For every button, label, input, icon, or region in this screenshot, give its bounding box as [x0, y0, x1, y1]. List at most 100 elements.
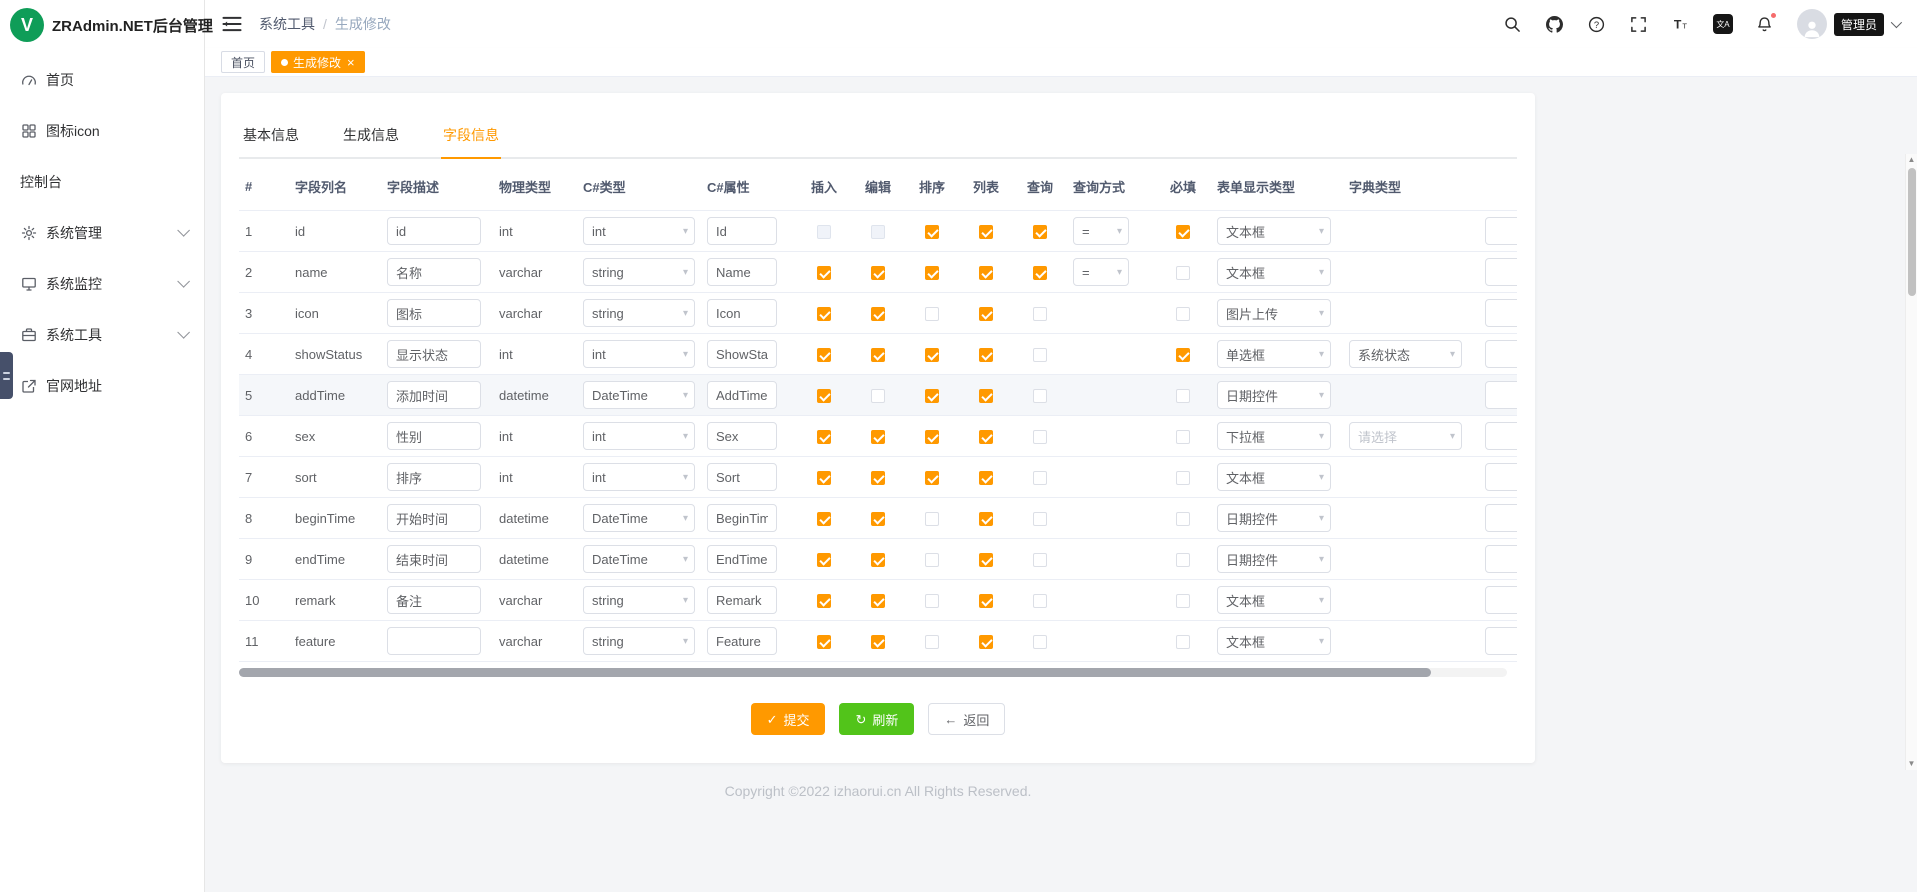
description-input[interactable]	[387, 299, 481, 327]
display-type-select[interactable]: 文本框▾	[1217, 627, 1331, 655]
insert-checkbox[interactable]	[817, 266, 831, 280]
extra-input[interactable]	[1485, 627, 1517, 655]
sort-checkbox[interactable]	[925, 307, 939, 321]
list-checkbox[interactable]	[979, 266, 993, 280]
csharp-property-input[interactable]	[707, 586, 777, 614]
required-checkbox[interactable]	[1176, 307, 1190, 321]
edit-checkbox[interactable]	[871, 348, 885, 362]
query-checkbox[interactable]	[1033, 430, 1047, 444]
edit-checkbox[interactable]	[871, 512, 885, 526]
description-input[interactable]	[387, 504, 481, 532]
edit-checkbox[interactable]	[871, 594, 885, 608]
required-checkbox[interactable]	[1176, 225, 1190, 239]
required-checkbox[interactable]	[1176, 389, 1190, 403]
fullscreen-icon[interactable]	[1629, 14, 1649, 34]
description-input[interactable]	[387, 422, 481, 450]
app-logo-row[interactable]: V ZRAdmin.NET后台管理	[0, 0, 204, 50]
search-icon[interactable]	[1503, 14, 1523, 34]
csharp-property-input[interactable]	[707, 463, 777, 491]
query-checkbox[interactable]	[1033, 471, 1047, 485]
csharp-type-select[interactable]: DateTime▾	[583, 545, 695, 573]
display-type-select[interactable]: 日期控件▾	[1217, 504, 1331, 532]
insert-checkbox[interactable]	[817, 389, 831, 403]
github-icon[interactable]	[1545, 14, 1565, 34]
tab-基本信息[interactable]: 基本信息	[241, 117, 301, 157]
display-type-select[interactable]: 日期控件▾	[1217, 545, 1331, 573]
dict-type-select[interactable]: 请选择▾	[1349, 422, 1462, 450]
csharp-type-select[interactable]: int▾	[583, 422, 695, 450]
list-checkbox[interactable]	[979, 389, 993, 403]
user-menu[interactable]: 管理员	[1797, 9, 1899, 39]
query-checkbox[interactable]	[1033, 553, 1047, 567]
extra-input[interactable]	[1485, 381, 1517, 409]
query-type-select[interactable]: =▾	[1073, 217, 1129, 245]
edit-checkbox[interactable]	[871, 553, 885, 567]
bell-icon[interactable]	[1755, 14, 1775, 34]
insert-checkbox[interactable]	[817, 430, 831, 444]
extra-input[interactable]	[1485, 340, 1517, 368]
description-input[interactable]	[387, 258, 481, 286]
display-type-select[interactable]: 下拉框▾	[1217, 422, 1331, 450]
insert-checkbox[interactable]	[817, 348, 831, 362]
csharp-type-select[interactable]: string▾	[583, 586, 695, 614]
csharp-type-select[interactable]: int▾	[583, 340, 695, 368]
extra-input[interactable]	[1485, 545, 1517, 573]
csharp-property-input[interactable]	[707, 504, 777, 532]
query-checkbox[interactable]	[1033, 266, 1047, 280]
extra-input[interactable]	[1485, 422, 1517, 450]
close-icon[interactable]: ×	[347, 56, 355, 69]
sidebar-item-icons[interactable]: 图标icon	[0, 105, 204, 156]
list-checkbox[interactable]	[979, 471, 993, 485]
list-checkbox[interactable]	[979, 348, 993, 362]
required-checkbox[interactable]	[1176, 266, 1190, 280]
sort-checkbox[interactable]	[925, 389, 939, 403]
csharp-property-input[interactable]	[707, 340, 777, 368]
csharp-property-input[interactable]	[707, 627, 777, 655]
edit-checkbox[interactable]	[871, 430, 885, 444]
vertical-scrollbar[interactable]: ▲ ▼	[1905, 154, 1917, 770]
csharp-property-input[interactable]	[707, 381, 777, 409]
sidebar-item-system-tools[interactable]: 系统工具	[0, 309, 204, 360]
csharp-type-select[interactable]: DateTime▾	[583, 381, 695, 409]
extra-input[interactable]	[1485, 299, 1517, 327]
list-checkbox[interactable]	[979, 553, 993, 567]
submit-button[interactable]: ✓提交	[751, 703, 826, 735]
extra-input[interactable]	[1485, 258, 1517, 286]
insert-checkbox[interactable]	[817, 307, 831, 321]
description-input[interactable]	[387, 586, 481, 614]
font-size-icon[interactable]: TT	[1671, 14, 1691, 34]
description-input[interactable]	[387, 217, 481, 245]
theme-settings-handle[interactable]	[0, 352, 13, 399]
insert-checkbox[interactable]	[817, 594, 831, 608]
scroll-down-icon[interactable]: ▼	[1908, 758, 1916, 770]
edit-checkbox[interactable]	[871, 389, 885, 403]
query-checkbox[interactable]	[1033, 307, 1047, 321]
refresh-button[interactable]: ↻刷新	[839, 703, 914, 735]
required-checkbox[interactable]	[1176, 594, 1190, 608]
sort-checkbox[interactable]	[925, 512, 939, 526]
avatar[interactable]	[1797, 9, 1827, 39]
required-checkbox[interactable]	[1176, 430, 1190, 444]
query-type-select[interactable]: =▾	[1073, 258, 1129, 286]
query-checkbox[interactable]	[1033, 594, 1047, 608]
insert-checkbox[interactable]	[817, 225, 831, 239]
display-type-select[interactable]: 文本框▾	[1217, 463, 1331, 491]
dict-type-select[interactable]: 系统状态▾	[1349, 340, 1462, 368]
extra-input[interactable]	[1485, 586, 1517, 614]
sidebar-item-system-admin[interactable]: 系统管理	[0, 207, 204, 258]
sidebar-item-system-monitor[interactable]: 系统监控	[0, 258, 204, 309]
edit-checkbox[interactable]	[871, 225, 885, 239]
required-checkbox[interactable]	[1176, 553, 1190, 567]
required-checkbox[interactable]	[1176, 471, 1190, 485]
query-checkbox[interactable]	[1033, 389, 1047, 403]
csharp-type-select[interactable]: DateTime▾	[583, 504, 695, 532]
sidebar-collapse-icon[interactable]	[221, 13, 243, 35]
scroll-up-icon[interactable]: ▲	[1908, 154, 1916, 166]
list-checkbox[interactable]	[979, 635, 993, 649]
sort-checkbox[interactable]	[925, 635, 939, 649]
description-input[interactable]	[387, 545, 481, 573]
csharp-type-select[interactable]: int▾	[583, 217, 695, 245]
sort-checkbox[interactable]	[925, 266, 939, 280]
description-input[interactable]	[387, 340, 481, 368]
help-icon[interactable]: ?	[1587, 14, 1607, 34]
